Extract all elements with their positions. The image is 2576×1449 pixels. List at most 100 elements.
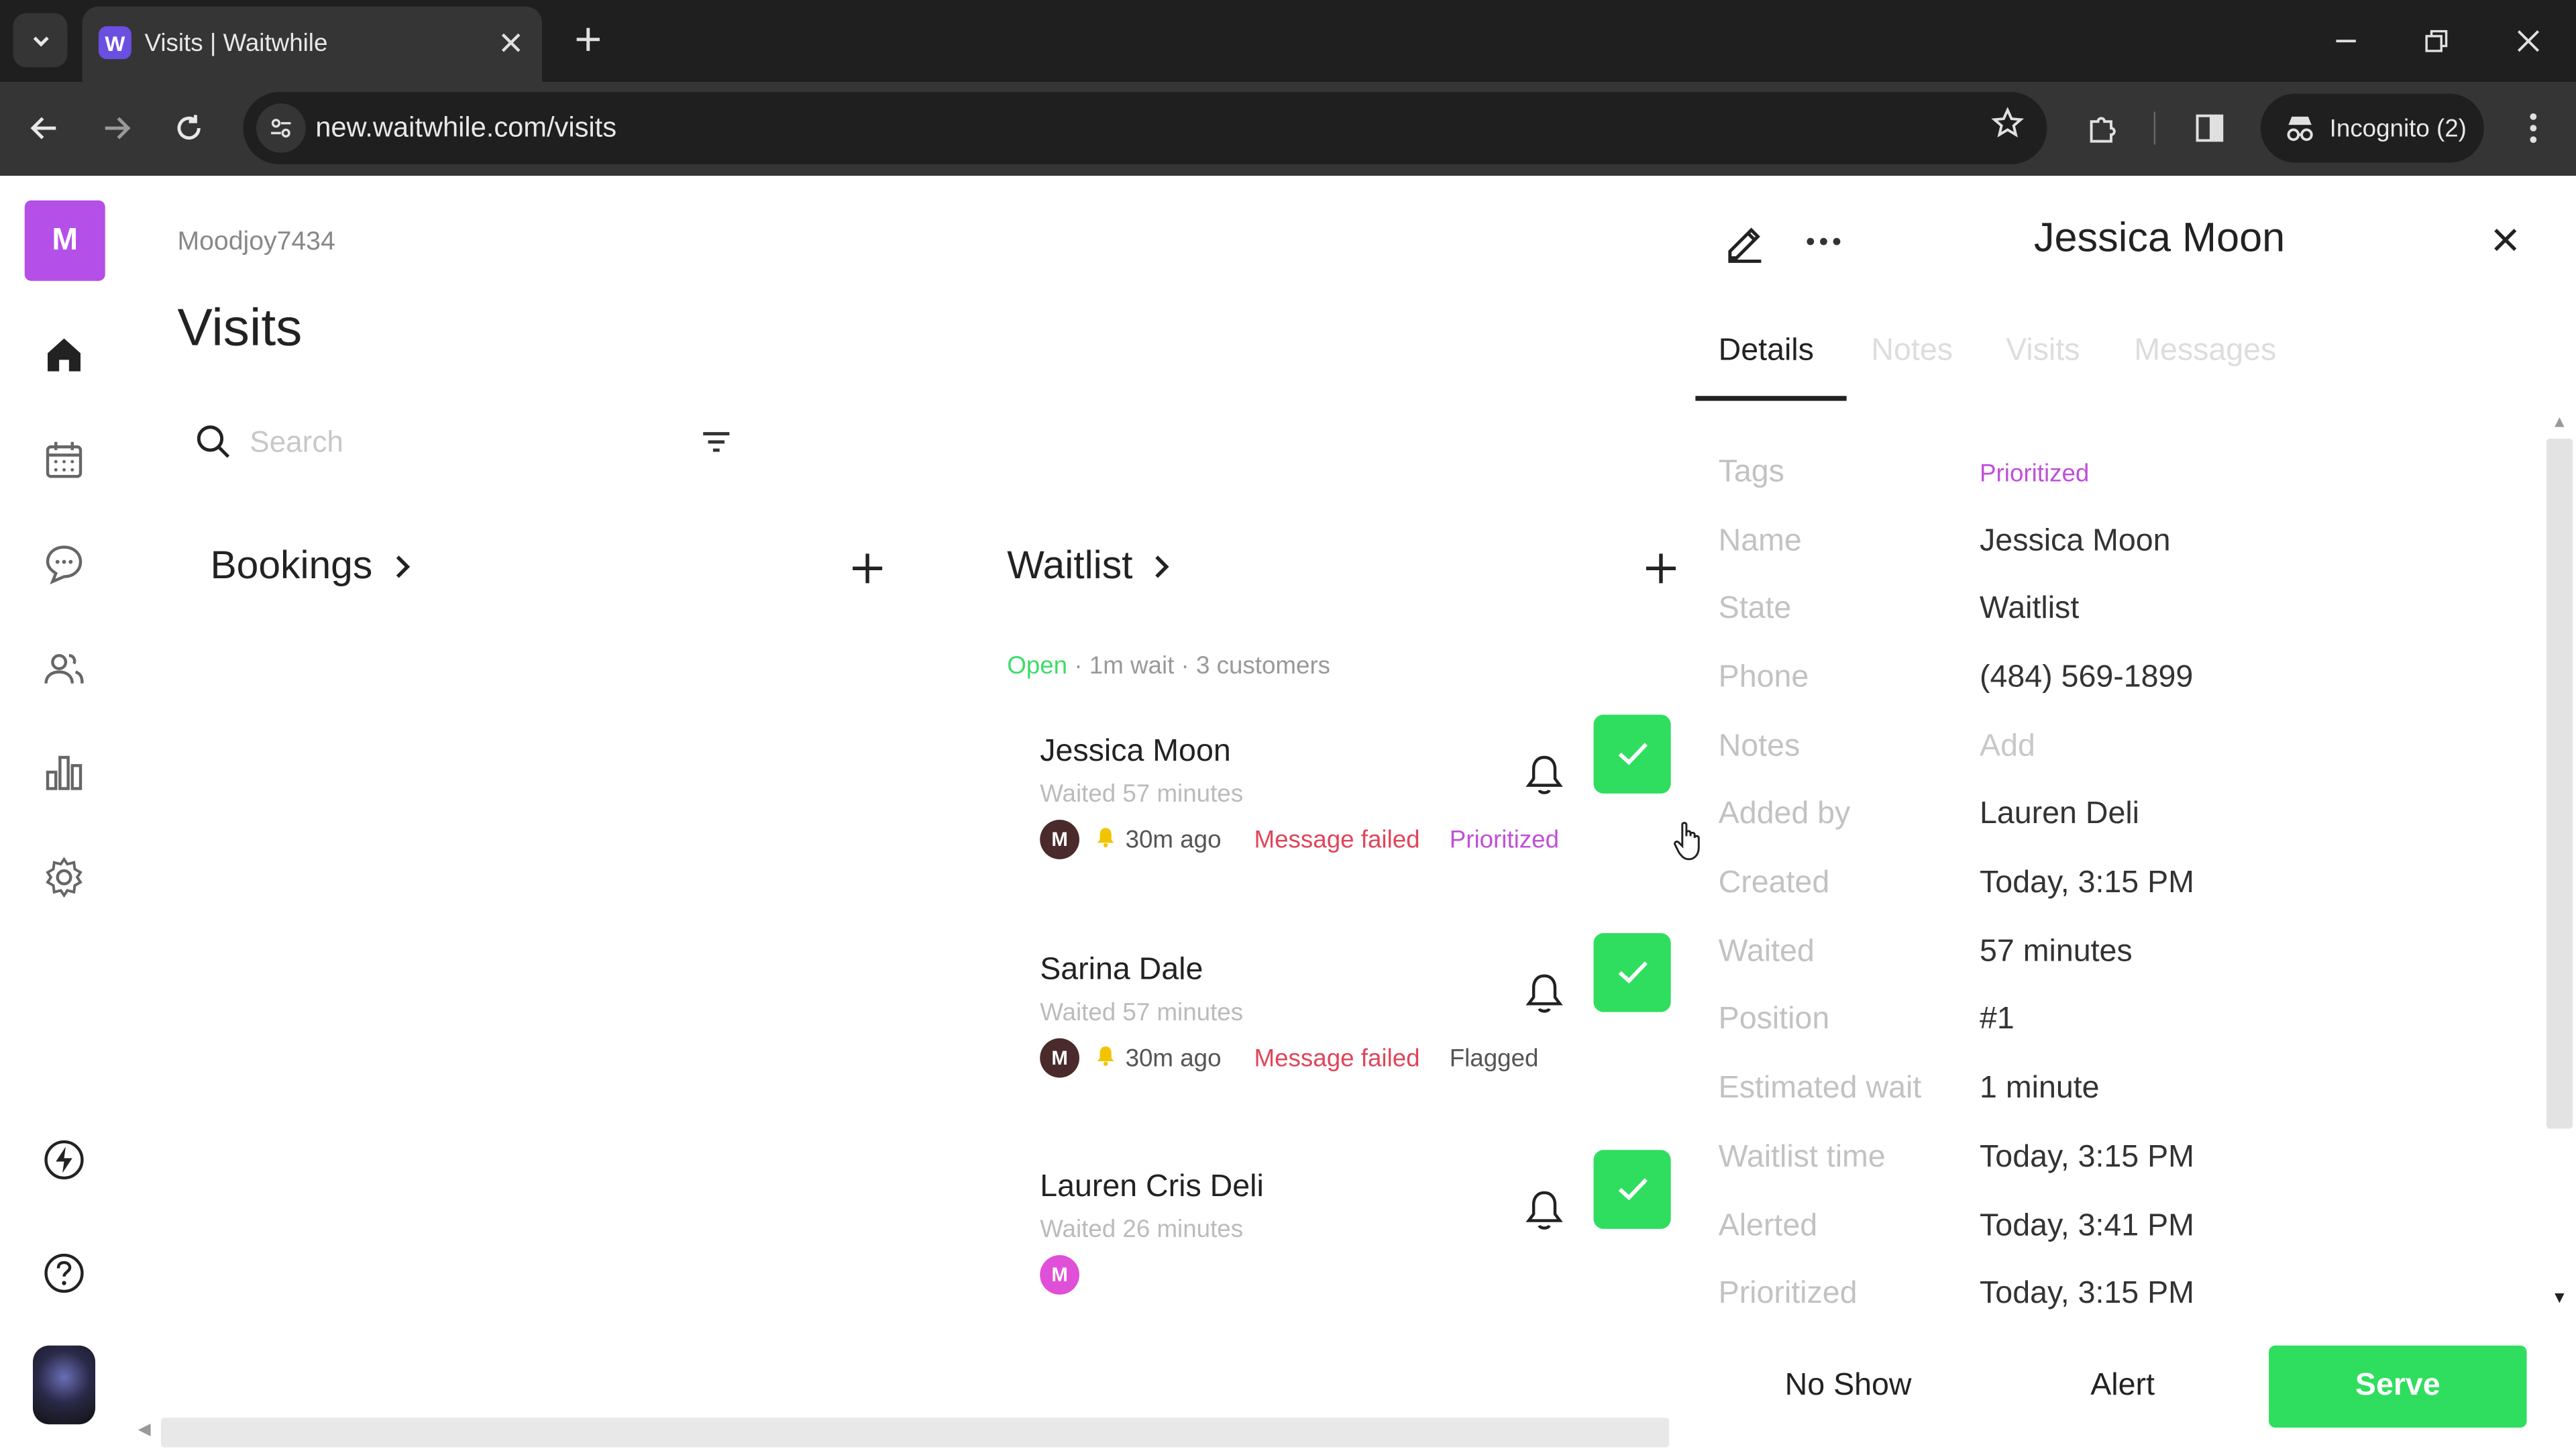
horizontal-scrollbar[interactable] xyxy=(161,1417,1670,1448)
minimize-window-button[interactable] xyxy=(2321,16,2370,65)
bell-icon xyxy=(1525,1191,1563,1230)
detail-label: Waitlist time xyxy=(1718,1140,1886,1175)
alert-button[interactable]: Alert xyxy=(2057,1346,2188,1428)
kebab-icon xyxy=(2530,113,2537,144)
no-show-button[interactable]: No Show xyxy=(1758,1346,1938,1428)
sidebar-item-messages[interactable] xyxy=(40,539,89,588)
waitlist-status: Open · 1m wait · 3 customers xyxy=(1007,652,1330,680)
sidebar-item-home[interactable] xyxy=(40,330,89,379)
tab-details[interactable]: Details xyxy=(1719,333,1814,370)
new-tab-button[interactable] xyxy=(565,16,611,62)
search-input[interactable] xyxy=(250,420,661,464)
back-button[interactable] xyxy=(18,102,70,154)
status-summary: · 1m wait · 3 customers xyxy=(1067,652,1331,680)
close-panel-button[interactable] xyxy=(2484,219,2527,262)
detail-row-estimated-wait: Estimated wait 1 minute xyxy=(1719,1071,2540,1120)
help-icon xyxy=(44,1253,84,1293)
users-icon xyxy=(44,653,84,684)
detail-value: Today, 3:15 PM xyxy=(1980,1140,2194,1175)
user-profile-avatar[interactable] xyxy=(32,1345,96,1425)
detail-value[interactable]: Prioritized xyxy=(1980,460,2089,488)
close-icon xyxy=(2494,228,2517,252)
browser-toolbar: new.waitwhile.com/visits Incognito (2) xyxy=(0,82,2576,176)
vertical-scrollbar[interactable] xyxy=(2546,438,2573,1129)
site-info-button[interactable] xyxy=(256,103,306,153)
close-icon xyxy=(501,33,521,52)
chevron-right-icon xyxy=(396,555,410,578)
add-waitlist-button[interactable] xyxy=(1640,547,1682,590)
alert-button[interactable] xyxy=(1519,751,1568,800)
panel-title: Jessica Moon xyxy=(2033,215,2286,262)
waitlist-card[interactable]: Lauren Cris Deli Waited 26 minutes M xyxy=(1040,1150,1680,1367)
detail-value[interactable]: (484) 569-1899 xyxy=(1980,660,2193,696)
tune-icon xyxy=(271,119,291,138)
sidebar-item-calendar[interactable] xyxy=(40,435,89,484)
card-meta: M 30m ago Message failed Flagged xyxy=(1040,1038,1538,1078)
scroll-left-arrow-icon[interactable]: ◀ xyxy=(138,1421,151,1439)
detail-value: 1 minute xyxy=(1980,1071,2100,1106)
search-icon xyxy=(194,422,233,462)
puzzle-icon xyxy=(2090,117,2116,143)
waitlist-card[interactable]: Jessica Moon Waited 57 minutes M 30m ago… xyxy=(1040,714,1680,932)
tab-visits[interactable]: Visits xyxy=(2006,333,2080,370)
incognito-indicator[interactable]: Incognito (2) xyxy=(2260,93,2484,163)
incognito-icon xyxy=(2287,116,2313,142)
close-tab-button[interactable] xyxy=(493,25,529,61)
close-window-button[interactable] xyxy=(2504,16,2553,65)
browser-tab-active[interactable]: W Visits | Waitwhile xyxy=(82,6,543,83)
active-tab-indicator xyxy=(1695,396,1847,401)
add-booking-button[interactable] xyxy=(846,547,889,590)
tab-title: Visits | Waitwhile xyxy=(144,30,328,58)
tab-messages[interactable]: Messages xyxy=(2134,333,2276,370)
extensions-button[interactable] xyxy=(2080,105,2126,152)
sidebar-item-whats-new[interactable] xyxy=(40,1135,89,1184)
sidebar-item-settings[interactable] xyxy=(40,853,89,902)
detail-value: Today, 3:15 PM xyxy=(1980,865,2194,901)
reload-button[interactable] xyxy=(162,102,215,154)
side-panel-button[interactable] xyxy=(2187,105,2233,152)
detail-row-notes: Notes Add xyxy=(1719,729,2540,778)
check-icon xyxy=(1617,1178,1647,1201)
waitwhile-favicon-icon: W xyxy=(98,26,131,60)
waitlist-header[interactable]: Waitlist xyxy=(1007,544,1172,590)
waited-time: Waited 57 minutes xyxy=(1040,998,1244,1027)
serve-check-button[interactable] xyxy=(1593,933,1671,1012)
tab-notes[interactable]: Notes xyxy=(1871,333,1953,370)
sidebar-item-customers[interactable] xyxy=(40,644,89,693)
side-panel-icon xyxy=(2196,114,2224,142)
browser-menu-button[interactable] xyxy=(2514,105,2553,152)
alerted-ago: 30m ago xyxy=(1125,1044,1222,1072)
scroll-up-arrow-icon[interactable]: ▲ xyxy=(2551,414,2567,432)
sidebar-item-analytics[interactable] xyxy=(40,747,89,796)
address-bar[interactable]: new.waitwhile.com/visits xyxy=(243,92,2047,164)
detail-value: Today, 3:15 PM xyxy=(1980,1276,2194,1311)
filter-button[interactable] xyxy=(696,422,736,462)
message-status: Message failed xyxy=(1254,825,1420,854)
sidebar: M xyxy=(0,176,128,1449)
org-avatar[interactable]: M xyxy=(24,200,105,281)
restore-window-button[interactable] xyxy=(2412,16,2461,65)
tab-search-button[interactable] xyxy=(13,13,68,68)
add-note-link[interactable]: Add xyxy=(1980,729,2035,765)
scroll-down-arrow-icon[interactable]: ▼ xyxy=(2551,1289,2567,1307)
waitlist-card[interactable]: Sarina Dale Waited 57 minutes M 30m ago … xyxy=(1040,933,1680,1150)
detail-value: Jessica Moon xyxy=(1980,524,2171,559)
edit-button[interactable] xyxy=(1722,219,1768,265)
waited-time: Waited 57 minutes xyxy=(1040,780,1244,808)
alert-button[interactable] xyxy=(1519,1186,1568,1235)
url-text: new.waitwhile.com/visits xyxy=(315,111,617,144)
toolbar-divider xyxy=(2153,111,2156,145)
bookings-header[interactable]: Bookings xyxy=(210,544,412,590)
more-options-button[interactable] xyxy=(1801,219,1847,265)
detail-row-name: Name Jessica Moon xyxy=(1719,524,2540,573)
serve-check-button[interactable] xyxy=(1593,1150,1671,1229)
forward-button[interactable] xyxy=(91,102,143,154)
alert-button[interactable] xyxy=(1519,969,1568,1018)
bookmark-button[interactable] xyxy=(1991,107,2025,150)
org-name: Moodjoy7434 xyxy=(177,228,335,257)
sidebar-item-help[interactable] xyxy=(40,1248,89,1297)
serve-check-button[interactable] xyxy=(1593,714,1671,794)
status-open: Open xyxy=(1007,652,1068,680)
serve-button[interactable]: Serve xyxy=(2269,1345,2527,1428)
tag-badge: Prioritized xyxy=(1449,825,1560,854)
